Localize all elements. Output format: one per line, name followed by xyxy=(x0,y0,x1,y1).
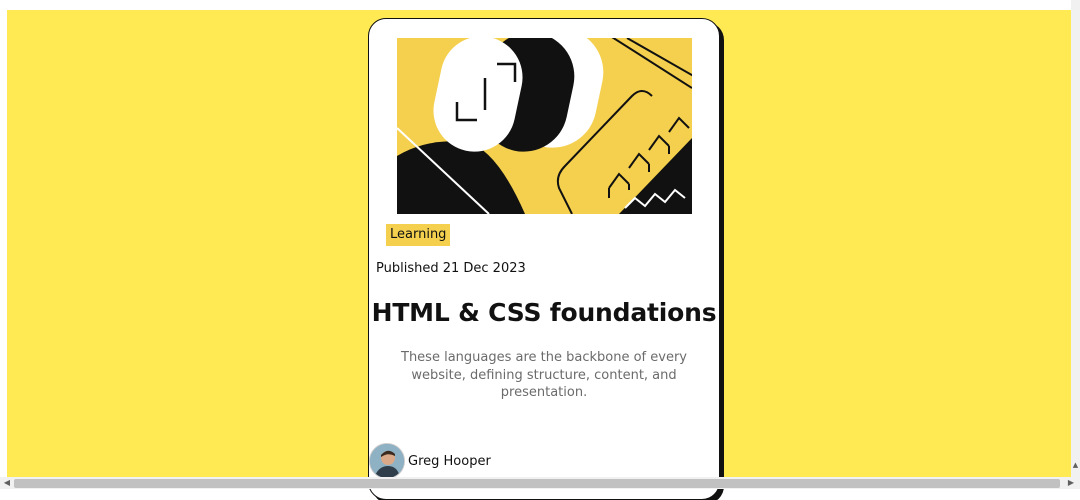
card-illustration xyxy=(397,38,692,214)
vertical-scrollbar[interactable] xyxy=(1071,0,1080,489)
horizontal-scrollbar-thumb[interactable] xyxy=(14,479,1060,488)
scroll-left-icon[interactable]: ◀ xyxy=(2,477,12,489)
card-description: These languages are the backbone of ever… xyxy=(401,350,687,400)
scroll-up-icon[interactable]: ▲ xyxy=(1072,462,1079,469)
card-title[interactable]: HTML & CSS foundations xyxy=(369,297,719,329)
scroll-right-icon[interactable]: ▶ xyxy=(1066,477,1076,489)
category-tag: Learning xyxy=(386,224,451,246)
author-avatar xyxy=(369,443,405,479)
author-name: Greg Hooper xyxy=(408,453,491,469)
blog-preview-card: Learning Published 21 Dec 2023 HTML & CS… xyxy=(368,18,720,500)
published-date: Published 21 Dec 2023 xyxy=(376,261,526,276)
author-info: Greg Hooper xyxy=(369,443,491,479)
